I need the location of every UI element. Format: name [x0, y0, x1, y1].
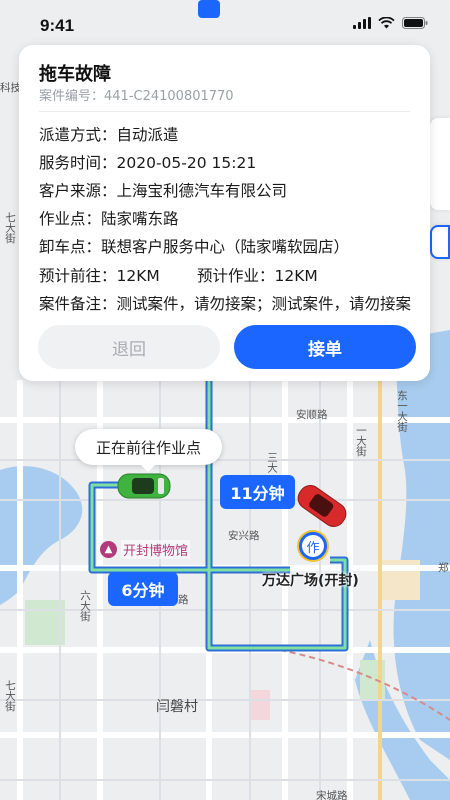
- tow-truck-car-icon: [117, 473, 171, 499]
- back-button[interactable]: 退回: [38, 325, 220, 369]
- map-label-anshun: 安顺路: [296, 409, 328, 421]
- signal-icon: [353, 17, 371, 29]
- remark-label: 案件备注：: [39, 295, 117, 313]
- map-side-panel: [430, 118, 450, 210]
- status-time: 9:41: [40, 16, 75, 35]
- remark-value: 测试案件，请勿接案；测试案件，请勿接案: [116, 295, 412, 313]
- info-row-unload-point: 卸车点：联想客户服务中心（陆家嘴软园店）: [39, 235, 416, 257]
- map-label-lu: 路: [178, 594, 189, 606]
- wifi-icon: [378, 17, 395, 29]
- info-value: 2020-05-20 15:21: [116, 154, 257, 172]
- info-value: 联想客户服务中心（陆家嘴软园店）: [101, 238, 350, 256]
- estimate-work-label: 预计作业：: [197, 267, 275, 285]
- map-label-songcheng: 宋城路: [316, 790, 348, 800]
- info-value: 上海宝利德汽车有限公司: [116, 182, 288, 200]
- info-label: 派遣方式：: [39, 126, 117, 144]
- info-label: 作业点：: [39, 210, 102, 228]
- map-label-liuda: 六大街: [79, 590, 91, 622]
- map-label-keji: 科技: [0, 82, 21, 94]
- info-row-work-point: 作业点：陆家嘴东路: [39, 207, 416, 229]
- museum-icon: ▲: [100, 541, 117, 558]
- estimate-travel: 预计前往：12KM: [39, 264, 160, 286]
- eta-badge-bottom: 6分钟: [108, 572, 178, 606]
- estimate-work-value: 12KM: [274, 267, 318, 285]
- case-number-value: 441-C24100801770: [104, 89, 234, 104]
- order-card: 拖车故障 案件编号：441-C24100801770 派遣方式：自动派遣 服务时…: [19, 45, 430, 381]
- map-label-qida: 七大街: [4, 212, 16, 244]
- map-label-sanda: 三大: [266, 452, 278, 473]
- estimate-travel-label: 预计前往：: [39, 267, 117, 285]
- status-icons: [353, 17, 428, 29]
- order-title: 拖车故障: [39, 64, 111, 85]
- destination-label: 万达广场(开封): [262, 573, 359, 589]
- map-side-locate[interactable]: [430, 225, 450, 259]
- info-label: 服务时间：: [39, 154, 117, 172]
- estimate-travel-value: 12KM: [116, 267, 160, 285]
- poi-museum[interactable]: ▲ 开封博物馆: [100, 540, 191, 559]
- info-label: 客户来源：: [39, 182, 117, 200]
- case-number-label: 案件编号：: [39, 89, 105, 104]
- accept-button[interactable]: 接单: [234, 325, 416, 369]
- map-label-dongyi: 东一大街: [396, 390, 408, 432]
- destination-marker-icon[interactable]: 作: [299, 532, 327, 560]
- info-label: 卸车点：: [39, 238, 102, 256]
- battery-icon: [402, 17, 428, 29]
- map-label-yanpan: 闫磐村: [156, 699, 198, 715]
- info-row-service-time: 服务时间：2020-05-20 15:21: [39, 151, 416, 173]
- info-row-customer: 客户来源：上海宝利德汽车有限公司: [39, 179, 416, 201]
- info-row-dispatch: 派遣方式：自动派遣: [39, 123, 416, 145]
- info-value: 陆家嘴东路: [101, 210, 179, 228]
- map-label-yida: 一大街: [355, 425, 367, 457]
- info-value: 自动派遣: [116, 126, 179, 144]
- card-divider: [39, 111, 410, 112]
- status-callout: 正在前往作业点: [75, 429, 222, 472]
- status-bar: 9:41: [0, 0, 450, 40]
- eta-badge-top: 11分钟: [220, 475, 295, 509]
- map-label-qida2: 七大街: [4, 680, 16, 712]
- poi-museum-label: 开封博物馆: [121, 540, 191, 559]
- case-number: 案件编号：441-C24100801770: [39, 85, 234, 104]
- estimates-row: 预计前往：12KM 预计作业：12KM: [39, 264, 318, 286]
- estimate-work: 预计作业：12KM: [197, 264, 318, 286]
- map-label-zheng: 郑: [438, 562, 449, 574]
- map-label-anxing: 安兴路: [228, 530, 260, 542]
- info-row-remark: 案件备注：测试案件，请勿接案；测试案件，请勿接案: [39, 292, 416, 314]
